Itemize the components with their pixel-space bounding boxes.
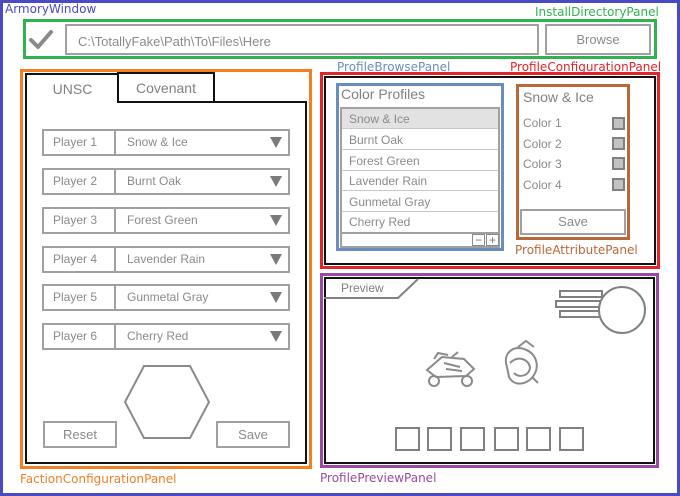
triangle-down-icon[interactable] [270,331,282,342]
add-profile-button[interactable]: + [486,234,499,246]
list-item[interactable]: Cherry Red [342,212,498,232]
check-icon [29,30,53,49]
profile-preview-panel-label: ProfilePreviewPanel [320,471,437,485]
player-name-label: Player 5 [44,286,116,309]
save-faction-button[interactable]: Save [216,421,290,448]
player-profile-select[interactable]: Cherry Red [127,325,188,348]
player-row-5: Player 5 Gunmetal Gray [42,284,290,311]
player-profile-select[interactable]: Gunmetal Gray [127,286,208,309]
preview-slot-5[interactable] [526,427,551,451]
preview-slot-2[interactable] [427,427,452,451]
preview-slot-1[interactable] [395,427,420,451]
creature-sketch-icon [504,339,539,385]
vehicle-sketch-icon [425,351,476,387]
triangle-down-icon[interactable] [270,137,282,148]
armory-window-label: ArmoryWindow [5,2,97,16]
tab-covenant[interactable]: Covenant [117,72,215,103]
color-profiles-title: Color Profiles [341,86,426,102]
color-label: Color 2 [523,137,562,151]
color-label: Color 3 [523,157,562,171]
hexagon-icon [123,365,211,439]
player-row-2: Player 2 Burnt Oak [42,168,290,195]
triangle-down-icon[interactable] [270,215,282,226]
color-swatch-3[interactable] [612,157,625,170]
preview-slot-4[interactable] [494,427,519,451]
list-item[interactable]: Burnt Oak [342,130,498,150]
save-profile-button[interactable]: Save [520,209,626,235]
player-name-label: Player 1 [44,131,116,154]
list-item[interactable]: Snow & Ice [342,109,498,129]
player-name-label: Player 3 [44,209,116,232]
list-item[interactable]: Lavender Rain [342,171,498,191]
install-panel-label: InstallDirectoryPanel [535,5,659,19]
remove-profile-button[interactable]: − [472,234,485,246]
preview-slot-3[interactable] [460,427,485,451]
triangle-down-icon[interactable] [270,292,282,303]
triangle-down-icon[interactable] [270,254,282,265]
color-swatch-2[interactable] [612,137,625,150]
emblem-icon [555,286,646,334]
player-profile-select[interactable]: Lavender Rain [127,248,205,271]
reset-button[interactable]: Reset [43,421,117,448]
browse-button[interactable]: Browse [545,24,651,55]
preview-canvas [324,278,646,387]
triangle-down-icon[interactable] [270,176,282,187]
player-profile-select[interactable]: Burnt Oak [127,170,181,193]
color-label: Color 4 [523,178,562,192]
profile-attribute-panel-label: ProfileAttributePanel [515,243,638,257]
player-row-1: Player 1 Snow & Ice [42,129,290,156]
player-profile-select[interactable]: Forest Green [127,209,198,232]
list-item[interactable]: Gunmetal Gray [342,192,498,212]
player-name-label: Player 6 [44,325,116,348]
player-row-6: Player 6 Cherry Red [42,323,290,350]
profile-name-title: Snow & Ice [523,89,594,105]
color-swatch-1[interactable] [612,117,625,130]
player-name-label: Player 2 [44,170,116,193]
preview-slot-6[interactable] [559,427,584,451]
list-item[interactable]: Forest Green [342,151,498,171]
faction-panel-label: FactionConfigurationPanel [20,472,177,486]
install-path-field[interactable]: C:\TotallyFake\Path\To\Files\Here [65,24,539,55]
player-row-3: Player 3 Forest Green [42,207,290,234]
player-profile-select[interactable]: Snow & Ice [127,131,188,154]
preview-tab: Preview [341,281,384,295]
tab-unsc[interactable]: UNSC [25,73,118,103]
player-row-4: Player 4 Lavender Rain [42,246,290,273]
player-name-label: Player 4 [44,248,116,271]
color-swatch-4[interactable] [612,178,625,191]
color-label: Color 1 [523,116,562,130]
profile-browse-panel-label: ProfileBrowsePanel [337,60,451,74]
